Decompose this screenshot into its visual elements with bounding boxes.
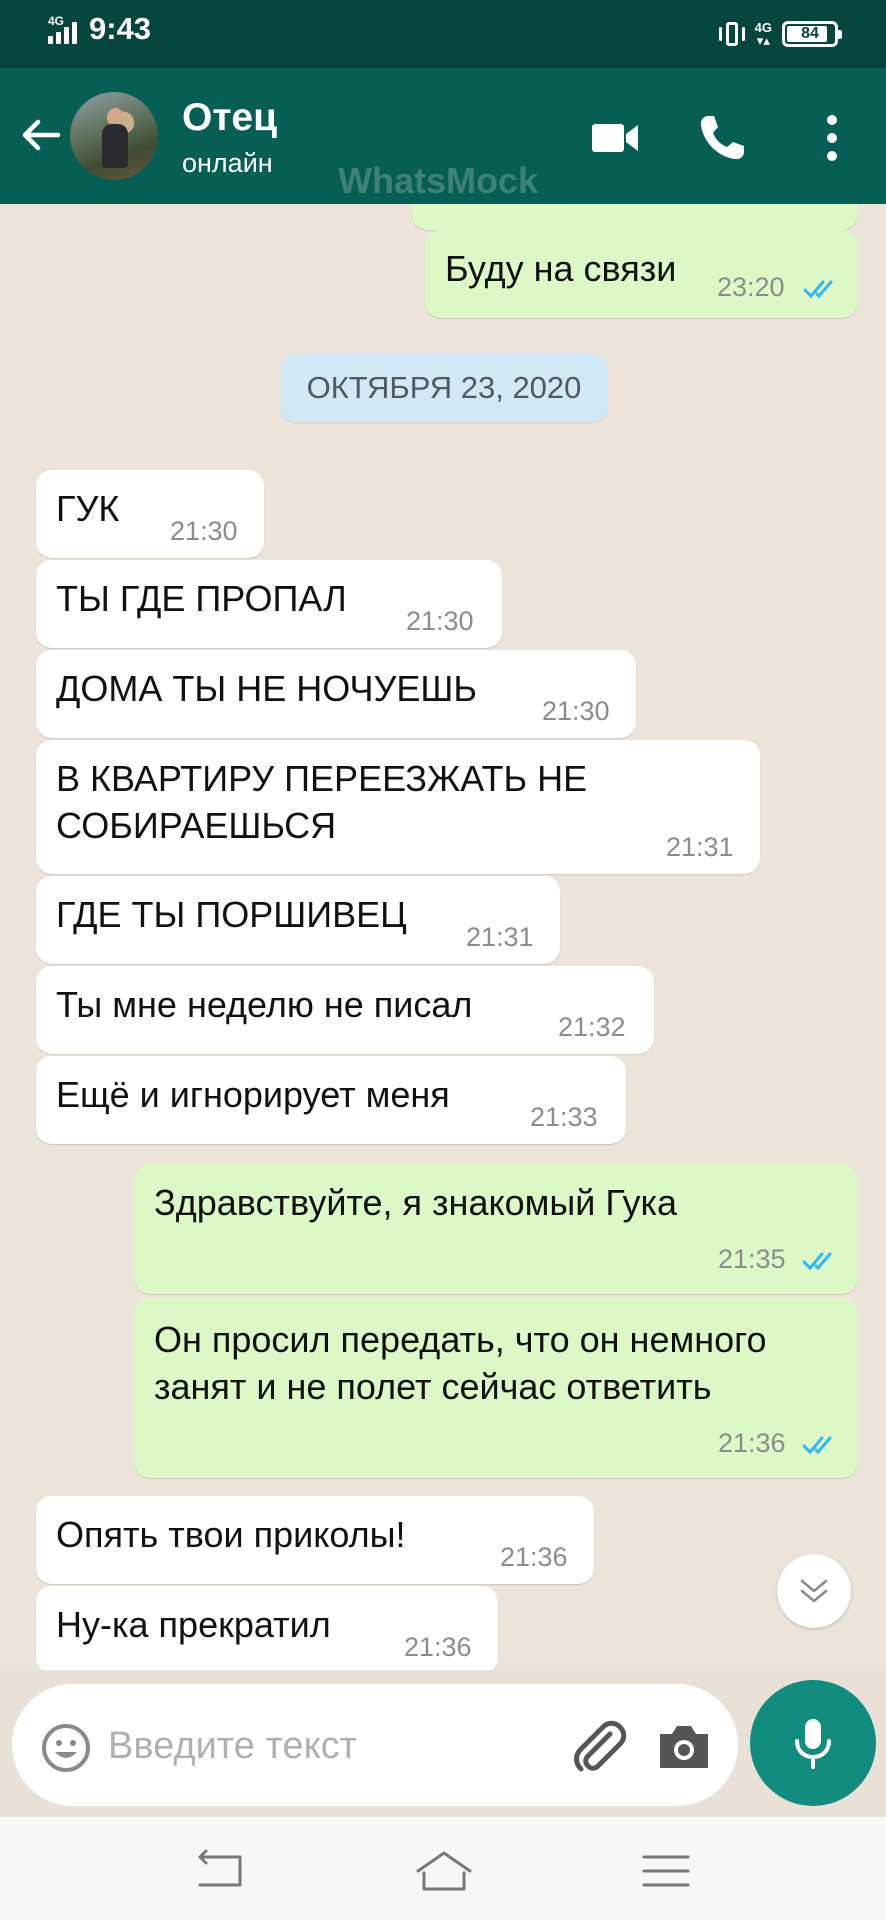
message-time: 21:30 <box>406 606 474 636</box>
status-bar: 4G 9:43 4G ▾▴ 84 <box>0 0 886 68</box>
mic-icon <box>795 1719 831 1769</box>
battery-level: 84 <box>801 25 819 42</box>
message-text: В КВАРТИРУ ПЕРЕЕЗЖАТЬ НЕ СОБИРАЕШЬСЯ <box>56 758 588 846</box>
message-bubble-outgoing[interactable]: Здравствуйте, я знакомый Гука 21:35 <box>134 1164 858 1294</box>
chevron-down-icon <box>800 1579 828 1603</box>
nav-menu-icon[interactable] <box>636 1847 696 1895</box>
message-bubble-incoming[interactable]: Ты мне неделю не писал 21:32 <box>36 966 654 1054</box>
double-check-icon <box>803 280 833 299</box>
vibrate-icon <box>718 20 745 48</box>
message-time: 23:20 <box>717 272 785 302</box>
message-composer <box>12 1684 738 1806</box>
message-text: Ты мне неделю не писал <box>56 984 473 1025</box>
message-time: 21:36 <box>404 1632 472 1662</box>
message-bubble-incoming[interactable]: В КВАРТИРУ ПЕРЕЕЗЖАТЬ НЕ СОБИРАЕШЬСЯ 21:… <box>36 740 760 874</box>
network-type-right: 4G ▾▴ <box>754 20 772 48</box>
message-time: 21:35 <box>718 1244 786 1274</box>
message-input[interactable] <box>108 1712 528 1780</box>
message-time: 21:36 <box>500 1542 568 1572</box>
signal-icon: 4G <box>48 14 77 44</box>
message-time: 21:36 <box>718 1428 786 1458</box>
back-arrow-icon[interactable] <box>18 112 64 158</box>
status-right: 4G ▾▴ 84 <box>718 20 842 48</box>
message-text: Ещё и игнорирует меня <box>56 1074 450 1115</box>
message-time: 21:33 <box>530 1102 598 1132</box>
message-bubble-incoming[interactable]: ГДЕ ТЫ ПОРШИВЕЦ 21:31 <box>36 876 560 964</box>
contact-name[interactable]: Отец <box>182 96 277 140</box>
phone-call-icon[interactable] <box>694 110 750 166</box>
message-time: 21:31 <box>466 922 534 952</box>
contact-status: онлайн <box>182 148 273 178</box>
camera-icon[interactable] <box>656 1720 712 1772</box>
battery-icon: 84 <box>782 21 842 47</box>
message-text: Опять твои приколы! <box>56 1514 406 1555</box>
message-bubble-incoming[interactable]: Ну-ка прекратил 21:36 <box>36 1586 498 1670</box>
status-left: 4G 9:43 <box>48 11 152 46</box>
message-text: Он просил передать, что он немного занят… <box>154 1319 767 1407</box>
message-bubble-incoming[interactable]: ДОМА ТЫ НЕ НОЧУЕШЬ 21:30 <box>36 650 636 738</box>
message-time: 21:30 <box>170 516 238 546</box>
message-bubble-outgoing[interactable]: Он просил передать, что он немного занят… <box>134 1298 858 1478</box>
emoji-icon[interactable] <box>40 1722 92 1774</box>
video-call-icon[interactable] <box>588 110 644 166</box>
date-chip: ОКТЯБРЯ 23, 2020 <box>281 354 607 422</box>
chat-header: Отец онлайн WhatsMock <box>0 68 886 204</box>
message-time: 21:30 <box>542 696 610 726</box>
message-bubble-incoming[interactable]: Ещё и игнорирует меня 21:33 <box>36 1056 626 1144</box>
message-bubble-outgoing[interactable]: Буду на связи 23:20 <box>425 230 858 318</box>
message-time: 21:32 <box>558 1012 626 1042</box>
mic-button[interactable] <box>750 1680 876 1806</box>
attach-icon[interactable] <box>566 1714 630 1778</box>
message-bubble-incoming[interactable]: ТЫ ГДЕ ПРОПАЛ 21:30 <box>36 560 502 648</box>
message-text: ДОМА ТЫ НЕ НОЧУЕШЬ <box>56 668 477 709</box>
scroll-down-button[interactable] <box>777 1554 851 1628</box>
message-bubble-incoming[interactable]: ГУК 21:30 <box>36 470 264 558</box>
avatar[interactable] <box>70 92 158 180</box>
double-check-icon <box>802 1252 832 1271</box>
more-vert-icon[interactable] <box>806 110 858 166</box>
message-bubble-incoming[interactable]: Опять твои приколы! 21:36 <box>36 1496 594 1584</box>
network-type: 4G <box>48 14 65 28</box>
watermark: WhatsMock <box>338 160 539 201</box>
chat-area[interactable]: Буду на связи 23:20 ОКТЯБРЯ 23, 2020 ГУК… <box>0 204 886 1670</box>
double-check-icon <box>802 1436 832 1455</box>
message-bubble-outgoing-partial[interactable] <box>412 204 858 230</box>
nav-back-icon[interactable] <box>192 1847 252 1895</box>
system-navigation-bar <box>0 1816 886 1920</box>
message-time: 21:31 <box>666 832 734 862</box>
message-text: Здравствуйте, я знакомый Гука <box>154 1182 678 1223</box>
status-time: 9:43 <box>89 11 152 46</box>
nav-home-icon[interactable] <box>412 1847 476 1895</box>
